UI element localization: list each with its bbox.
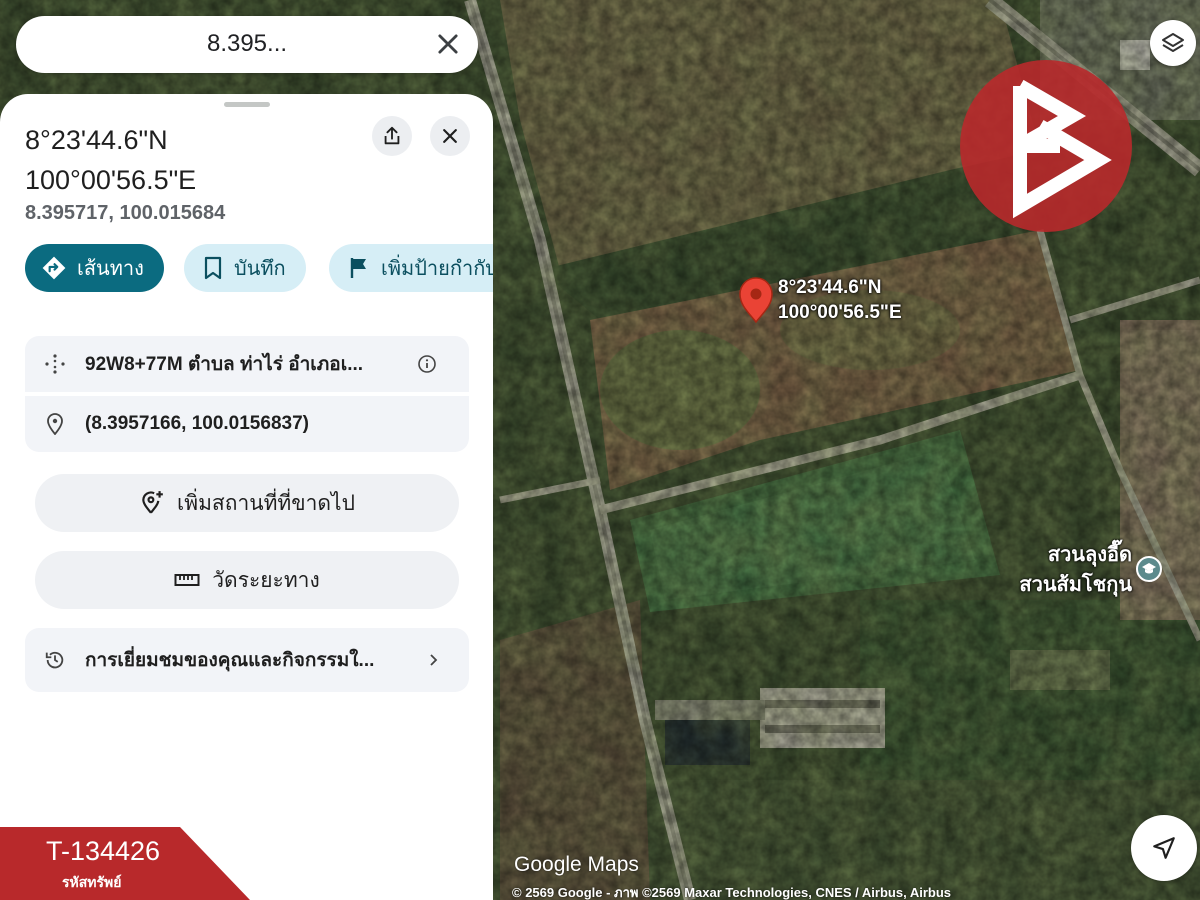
layers-icon [1162,33,1184,52]
brand-watermark-logo [960,60,1132,232]
place-sheet: 8°23'44.6"N 100°00'56.5"E 8.395717, 100.… [0,94,493,900]
chevron-right-icon [430,654,438,666]
save-button[interactable]: บันทึก [184,244,306,292]
poi-school-icon[interactable] [1136,556,1162,582]
add-missing-place-button[interactable]: เพิ่มสถานที่ที่ขาดไป [35,474,459,532]
plus-code-icon [45,354,65,374]
navigation-arrow-icon [1153,837,1175,859]
share-button[interactable] [372,116,412,156]
ruler-icon [174,574,200,586]
close-icon[interactable] [434,30,462,58]
share-icon [384,126,400,145]
pin-coordinate-label: 8°23'44.6"N 100°00'56.5"E [778,277,902,323]
bookmark-icon [204,256,222,280]
location-pin-icon [47,413,63,435]
google-maps-logo: Google Maps [514,853,639,876]
coordinates-row[interactable]: (8.3957166, 100.0156837) [25,396,469,452]
drag-handle[interactable] [224,102,270,107]
flag-icon [350,258,366,278]
search-bar[interactable]: 8.395... [16,16,478,73]
close-icon [443,129,457,143]
history-icon [45,651,64,669]
search-query[interactable]: 8.395... [16,30,418,58]
directions-icon [42,256,66,280]
plus-code-text: 92W8+77M ตำบล ท่าไร่ อำเภอเ... [85,354,364,375]
action-chips: เส้นทาง บันทึก เพิ่มป้ายกำกับ [25,244,493,292]
place-title: 8°23'44.6"N 100°00'56.5"E [25,125,197,195]
coordinates-text: (8.3957166, 100.0156837) [85,413,309,434]
map-attribution: © 2569 Google - ภาพ ©2569 Maxar Technolo… [512,885,952,900]
close-sheet-button[interactable] [430,116,470,156]
info-icon[interactable] [417,354,437,374]
decimal-coordinates[interactable]: 8.395717, 100.015684 [25,202,225,225]
asset-code-label: รหัสทรัพย์ [62,874,122,890]
asset-code: T-134426 [45,836,161,866]
activity-row[interactable]: การเยี่ยมชมของคุณและกิจกรรมใ... [25,628,469,692]
layers-button[interactable] [1150,20,1196,66]
add-label-button[interactable]: เพิ่มป้ายกำกับ [329,244,493,292]
directions-button[interactable]: เส้นทาง [25,244,164,292]
activity-text: การเยี่ยมชมของคุณและกิจกรรมใ... [85,650,375,671]
measure-distance-button[interactable]: วัดระยะทาง [35,551,459,609]
my-location-button[interactable] [1131,815,1197,881]
plus-code-row[interactable]: 92W8+77M ตำบล ท่าไร่ อำเภอเ... [25,336,469,392]
add-location-icon [142,491,163,514]
poi-label[interactable]: สวนลุงอี๊ด สวนส้มโชกุน [1019,540,1132,600]
